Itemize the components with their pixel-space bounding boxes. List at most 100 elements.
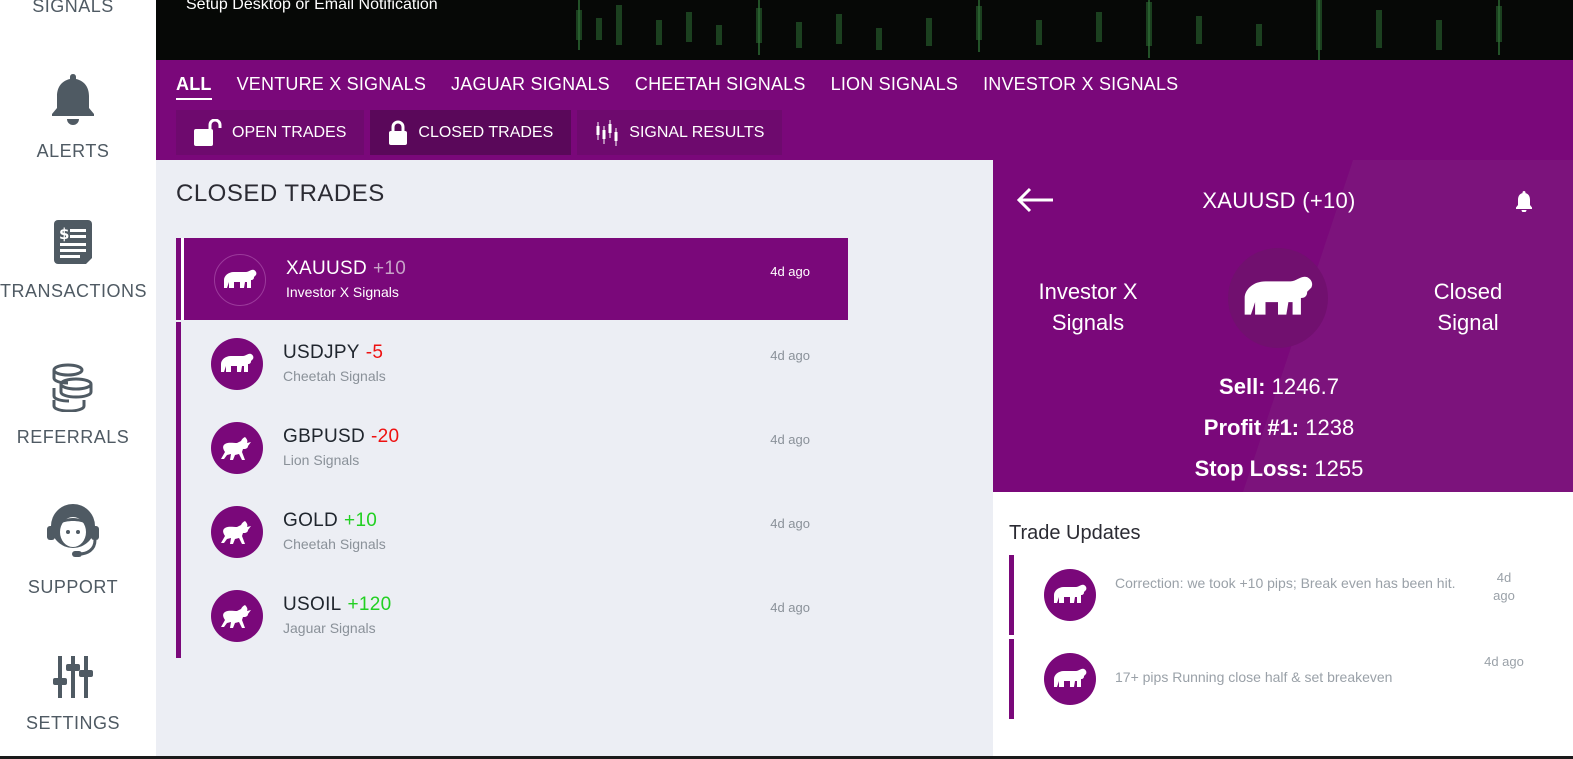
trade-row[interactable]: XAUUSD +10 Investor X Signals 4d ago: [176, 238, 848, 320]
trade-provider: Lion Signals: [283, 452, 360, 468]
stoploss-label: Stop Loss:: [1194, 456, 1309, 481]
svg-text:$: $: [59, 225, 69, 243]
sidebar-item-label: SETTINGS: [25, 713, 120, 733]
trade-time: 4d ago: [770, 432, 810, 447]
detail-stats: Sell: 1246.7 Profit #1: 1238 Stop Loss: …: [993, 366, 1565, 489]
bear-icon: [1044, 569, 1096, 621]
banner-text[interactable]: Setup Desktop or Email Notification: [186, 0, 438, 14]
provider-line: Signals: [1051, 310, 1125, 335]
bear-icon: [1044, 653, 1096, 705]
bear-icon: [211, 338, 263, 390]
lock-icon: [388, 120, 408, 146]
tab-label: OPEN TRADES: [232, 123, 347, 141]
sidebar-item-signals[interactable]: SIGNALS: [0, 0, 146, 17]
status-line: Signal: [1437, 310, 1499, 335]
trade-row[interactable]: USOIL +120 Jaguar Signals 4d ago: [176, 574, 848, 658]
trade-pips: +10: [344, 510, 378, 531]
filter-cheetah[interactable]: CHEETAH SIGNALS: [635, 74, 806, 100]
trade-row[interactable]: GOLD +10 Cheetah Signals 4d ago: [176, 490, 848, 574]
trade-row[interactable]: GBPUSD -20 Lion Signals 4d ago: [176, 406, 848, 490]
signals-nav: ALL VENTURE X SIGNALS JAGUAR SIGNALS CHE…: [156, 60, 1573, 160]
filter-all[interactable]: ALL: [176, 74, 212, 100]
time-line: ago: [1493, 588, 1515, 603]
symbol-text: GBPUSD: [283, 426, 366, 447]
trade-pips: +10: [372, 258, 407, 279]
trade-row[interactable]: USDJPY -5 Cheetah Signals 4d ago: [176, 322, 848, 406]
symbol-text: USDJPY: [283, 342, 360, 363]
sidebar-item-support[interactable]: SUPPORT: [0, 502, 146, 598]
detail-title: XAUUSD (+10): [1202, 188, 1356, 213]
profit-label: Profit #1:: [1203, 415, 1300, 440]
trade-provider: Cheetah Signals: [283, 536, 386, 552]
symbol-text: XAUUSD: [286, 258, 367, 279]
trade-updates: Trade Updates Correction: we took +10 pi…: [993, 492, 1573, 759]
symbol-text: USOIL: [283, 594, 342, 615]
filter-venture-x[interactable]: VENTURE X SIGNALS: [237, 74, 426, 100]
trade-time: 4d ago: [770, 516, 810, 531]
tab-label: SIGNAL RESULTS: [629, 123, 765, 141]
sidebar-item-label: SUPPORT: [27, 577, 119, 597]
trade-symbol: GBPUSD -20: [283, 426, 399, 448]
sidebar-item-alerts[interactable]: ALERTS: [0, 72, 146, 162]
bell-icon[interactable]: [1515, 190, 1533, 217]
trade-time: 4d ago: [770, 348, 810, 363]
receipt-icon: $: [0, 220, 146, 271]
profit-row: Profit #1: 1238: [993, 407, 1565, 448]
symbol-text: GOLD: [283, 510, 339, 531]
bull-icon: [211, 422, 263, 474]
sidebar-item-label: ALERTS: [36, 141, 110, 161]
update-item: 17+ pips Running close half & set breake…: [1009, 639, 1549, 719]
trade-pips: +120: [347, 594, 392, 615]
tab-closed-trades[interactable]: CLOSED TRADES: [370, 110, 572, 155]
sliders-icon: [0, 656, 146, 703]
unlock-icon: [194, 118, 222, 147]
update-item: Correction: we took +10 pips; Break even…: [1009, 555, 1549, 635]
trade-pips: -20: [371, 426, 400, 447]
closed-trades-panel: CLOSED TRADES XAUUSD +10 Investor X Signa…: [156, 160, 993, 759]
tab-open-trades[interactable]: OPEN TRADES: [176, 110, 365, 155]
sidebar-item-referrals[interactable]: REFERRALS: [0, 362, 146, 448]
detail-provider: Investor X Signals: [1023, 276, 1153, 338]
sidebar-item-label: REFERRALS: [16, 427, 130, 447]
stoploss-row: Stop Loss: 1255: [993, 448, 1565, 489]
header-banner: Setup Desktop or Email Notification: [156, 0, 1573, 60]
time-line: 4d: [1496, 570, 1512, 585]
status-line: Closed: [1433, 279, 1503, 304]
trade-list: XAUUSD +10 Investor X Signals 4d ago USDJ…: [176, 238, 848, 658]
bell-icon: [0, 72, 146, 131]
trade-symbol: USOIL +120: [283, 594, 392, 616]
time-line: 4d ago: [1484, 654, 1524, 669]
sidebar-item-settings[interactable]: SETTINGS: [0, 656, 146, 734]
sell-label: Sell:: [1219, 374, 1266, 399]
sidebar-item-label: SIGNALS: [32, 0, 114, 16]
filter-lion[interactable]: LION SIGNALS: [831, 74, 958, 100]
trade-provider: Cheetah Signals: [283, 368, 386, 384]
sidebar-item-transactions[interactable]: $ TRANSACTIONS: [0, 220, 148, 302]
update-time: 4d ago: [1479, 569, 1529, 605]
page-title: CLOSED TRADES: [176, 180, 385, 207]
trade-provider: Jaguar Signals: [283, 620, 376, 636]
update-text: Correction: we took +10 pips; Break even…: [1115, 575, 1456, 591]
trade-tabs: OPEN TRADES CLOSED TRADES SIGNAL RESULTS: [176, 110, 788, 155]
stoploss-value: 1255: [1314, 456, 1364, 481]
profit-value: 1238: [1305, 415, 1355, 440]
provider-line: Investor X: [1038, 279, 1138, 304]
provider-filters: ALL VENTURE X SIGNALS JAGUAR SIGNALS CHE…: [176, 74, 1203, 100]
trade-provider: Investor X Signals: [286, 284, 399, 300]
bull-icon: [211, 506, 263, 558]
detail-status: Closed Signal: [1403, 276, 1533, 338]
filter-jaguar[interactable]: JAGUAR SIGNALS: [451, 74, 610, 100]
bear-icon: [1228, 248, 1328, 348]
candlestick-icon: [595, 119, 619, 146]
filter-investor-x[interactable]: INVESTOR X SIGNALS: [983, 74, 1178, 100]
trade-detail-panel: XAUUSD (+10) Investor X Signals Closed S…: [993, 160, 1573, 492]
coins-icon: [0, 362, 146, 417]
sidebar-item-label: TRANSACTIONS: [0, 281, 148, 301]
sell-row: Sell: 1246.7: [993, 366, 1565, 407]
trade-symbol: XAUUSD +10: [286, 258, 406, 280]
trade-time: 4d ago: [770, 600, 810, 615]
tab-signal-results[interactable]: SIGNAL RESULTS: [577, 110, 783, 155]
tab-label: CLOSED TRADES: [418, 123, 554, 141]
bull-icon: [211, 590, 263, 642]
sidebar: SIGNALS ALERTS $ TRANSACTIONS REFERRALS …: [0, 0, 156, 759]
